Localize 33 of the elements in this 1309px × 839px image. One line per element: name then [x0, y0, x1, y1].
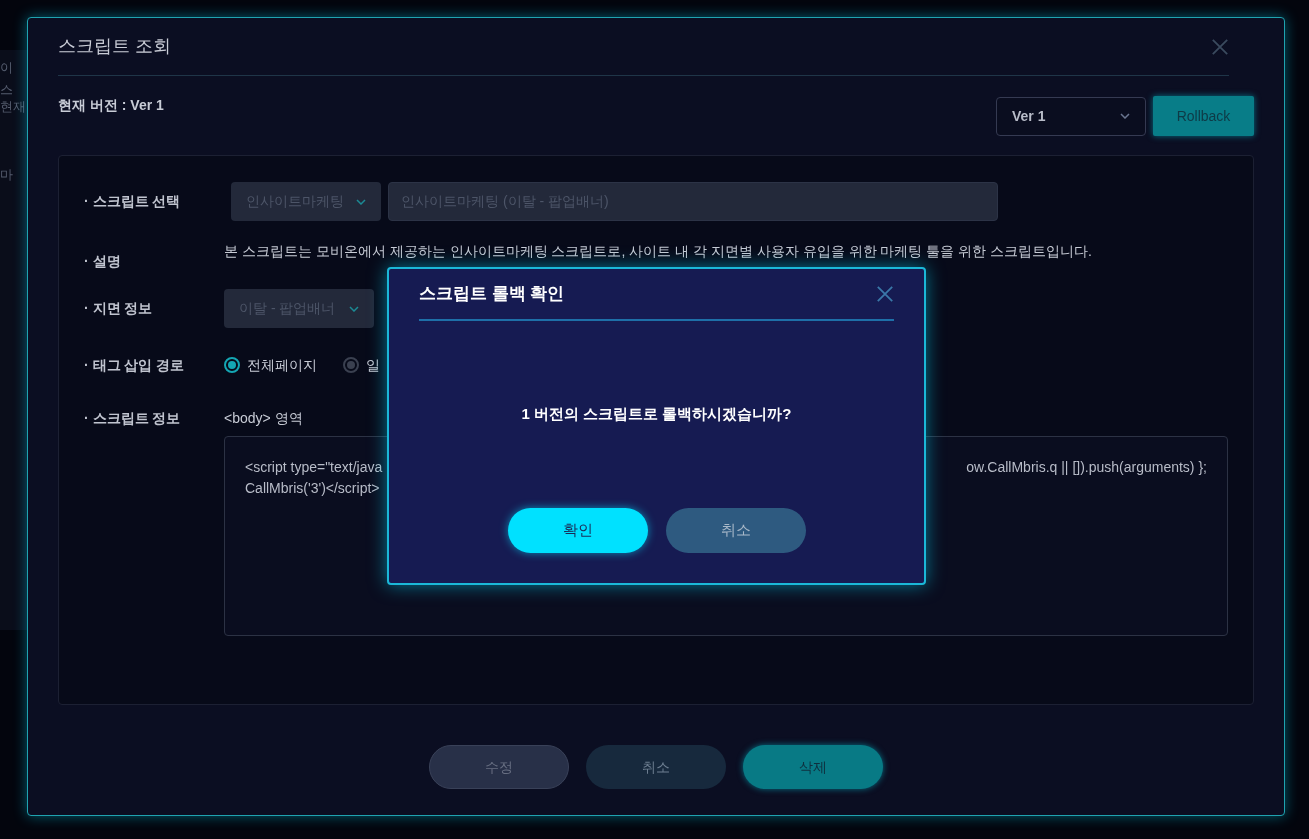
dialog-title: 스크립트 롤백 확인 — [419, 283, 565, 306]
radio-button[interactable] — [224, 357, 240, 373]
field-label: · 지면 정보 — [84, 299, 154, 318]
current-version-text: 현재 버전 : Ver 1 — [58, 96, 164, 115]
radio-label: 일 — [366, 355, 380, 375]
field-label: · 태그 삽입 경로 — [84, 355, 186, 375]
background-text: 스 — [0, 80, 14, 99]
field-label: · 설명 — [84, 252, 122, 271]
modal-title: 스크립트 조회 — [58, 35, 171, 58]
background-text: 현재 — [0, 98, 27, 116]
rollback-button[interactable]: Rollback — [1153, 96, 1254, 136]
radio-label: 전체페이지 — [247, 355, 317, 375]
field-label: · 스크립트 정보 — [84, 409, 182, 428]
radio-button[interactable] — [343, 357, 359, 373]
background-text: 이 — [0, 59, 14, 77]
code-text: CallMbris('3')</script> — [245, 479, 380, 498]
chevron-down-icon — [1120, 113, 1130, 119]
close-button[interactable] — [876, 285, 894, 303]
dialog-button[interactable]: 취소 — [665, 507, 806, 553]
footer-button[interactable]: 삭제 — [743, 745, 883, 789]
code-text: <script type="text/java — [245, 458, 383, 477]
chevron-down-icon — [349, 305, 359, 312]
chevron-down-icon — [356, 198, 366, 205]
footer-button[interactable]: 취소 — [586, 745, 726, 789]
close-button[interactable] — [1211, 37, 1229, 56]
version-select[interactable]: Ver 1 — [996, 96, 1146, 136]
caption-text: <body> 영역 — [224, 410, 303, 426]
description-text: 본 스크립트는 모비온에서 제공하는 인사이트마케팅 스크립트로, 사이트 내 각 지면별 사용자 유입을 위한 마케팅 툴을 위한 스크립트입니다. — [224, 242, 1092, 261]
field-label: · 스크립트 선택 — [84, 192, 182, 211]
dialog-button[interactable]: 확인 — [507, 507, 648, 553]
code-text: ow.CallMbris.q || []).push(arguments) }; — [966, 458, 1207, 477]
dialog-message: 1 버전의 스크립트로 롤백하시겠습니까? — [521, 404, 792, 424]
background-text: 마 — [0, 165, 14, 184]
